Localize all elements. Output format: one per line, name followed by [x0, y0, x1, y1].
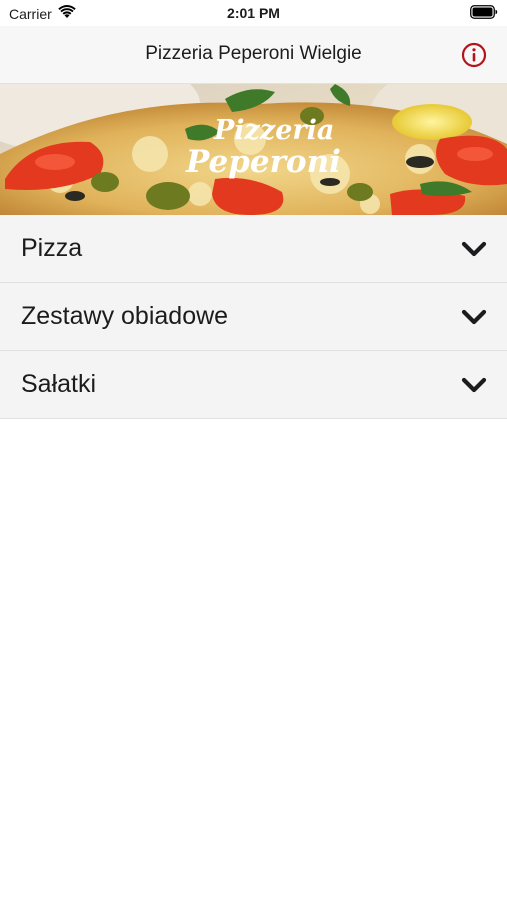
- app-screen: Carrier 2:01 PM Pizzeria Peperoni Wielgi…: [0, 0, 507, 900]
- logo-line1: Pizzeria: [213, 115, 334, 146]
- info-button[interactable]: [461, 42, 487, 68]
- chevron-down-icon: [461, 241, 487, 257]
- navigation-bar: Pizzeria Peperoni Wielgie: [0, 26, 507, 84]
- category-row-pizza[interactable]: Pizza: [0, 215, 507, 283]
- category-label: Zestawy obiadowe: [21, 302, 229, 330]
- status-bar: Carrier 2:01 PM: [0, 0, 507, 26]
- restaurant-banner: Pizzeria Peperoni: [0, 84, 507, 215]
- logo-line2: Peperoni: [185, 144, 341, 180]
- category-label: Sałatki: [21, 370, 97, 398]
- category-label: Pizza: [21, 234, 83, 262]
- info-icon: [461, 42, 487, 68]
- chevron-down-icon: [461, 377, 487, 393]
- category-row-salatki[interactable]: Sałatki: [0, 351, 507, 419]
- battery-icon: [470, 5, 498, 24]
- page-title: Pizzeria Peperoni Wielgie: [145, 43, 362, 64]
- category-row-zestawy-obiadowe[interactable]: Zestawy obiadowe: [0, 283, 507, 351]
- pizza-photo: Pizzeria Peperoni: [0, 84, 507, 215]
- chevron-down-icon: [461, 309, 487, 325]
- category-list: Pizza Zestawy obiadowe Sałatki: [0, 215, 507, 419]
- status-time: 2:01 PM: [227, 5, 280, 21]
